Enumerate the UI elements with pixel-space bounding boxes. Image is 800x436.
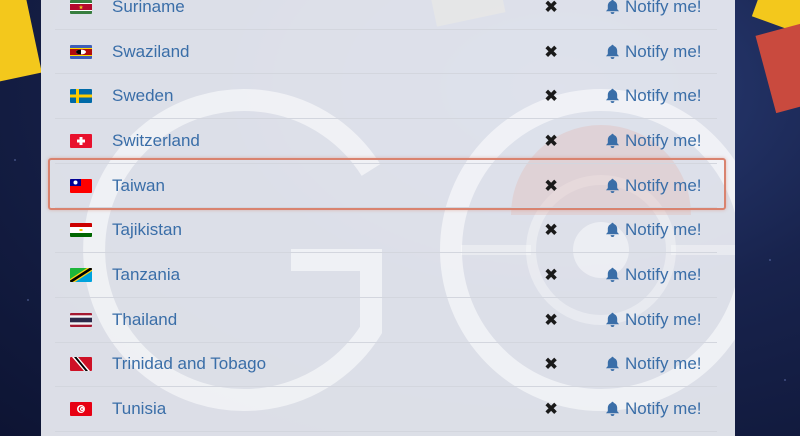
trinidad-and-tobago-flag-icon [70,357,92,372]
country-row: Trinidad and Tobago ✖ Notify me! [55,343,717,388]
notify-me-button[interactable]: Notify me! [605,399,702,419]
notify-me-label: Notify me! [625,86,702,106]
unavailable-icon: ✖ [544,220,559,240]
sweden-flag-icon [70,89,92,104]
country-name-link[interactable]: Tanzania [112,265,180,285]
notify-me-button[interactable]: Notify me! [605,131,702,151]
bell-icon [605,44,620,60]
country-row: Swaziland ✖ Notify me! [55,30,717,75]
country-row: Sweden ✖ Notify me! [55,74,717,120]
notify-me-button[interactable]: Notify me! [605,220,702,240]
notify-me-label: Notify me! [625,220,702,240]
swaziland-flag-icon [70,44,92,59]
notify-me-button[interactable]: Notify me! [605,86,702,106]
tajikistan-flag-icon [70,223,92,238]
country-name-link[interactable]: Trinidad and Tobago [112,354,266,374]
notify-me-button[interactable]: Notify me! [605,42,702,62]
notify-me-label: Notify me! [625,354,702,374]
country-name-link[interactable]: Thailand [112,310,177,330]
country-list: Suriname ✖ Notify me! Swaziland ✖ Notify me! S… [55,0,717,432]
bell-icon [605,312,620,328]
country-name-link[interactable]: Switzerland [112,131,200,151]
country-name-link[interactable]: Tajikistan [112,220,182,240]
unavailable-icon: ✖ [544,265,559,285]
country-row: Tanzania ✖ Notify me! [55,253,717,298]
bell-icon [605,356,620,372]
notify-me-button[interactable]: Notify me! [605,265,702,285]
country-name-link[interactable]: Sweden [112,86,173,106]
country-name-link[interactable]: Suriname [112,0,185,17]
bell-icon [605,133,620,149]
unavailable-icon: ✖ [544,310,559,330]
notify-me-button[interactable]: Notify me! [605,354,702,374]
notify-me-label: Notify me! [625,0,702,16]
highlighted-row-outline [48,158,726,210]
unavailable-icon: ✖ [544,399,559,419]
notify-me-label: Notify me! [625,130,702,150]
notify-me-label: Notify me! [625,264,702,284]
unavailable-icon: ✖ [544,131,559,151]
bell-icon [605,0,620,15]
switzerland-flag-icon [70,133,92,148]
unavailable-icon: ✖ [544,86,559,106]
unavailable-icon: ✖ [544,0,559,17]
notify-me-button[interactable]: Notify me! [605,310,702,330]
notify-me-button[interactable]: Notify me! [605,0,702,17]
tanzania-flag-icon [70,267,92,282]
unavailable-icon: ✖ [544,42,559,62]
bell-icon [605,88,620,104]
notify-me-label: Notify me! [625,309,702,329]
country-list-panel: Suriname ✖ Notify me! Swaziland ✖ Notify me! S… [41,0,735,436]
bell-icon [605,222,620,238]
country-row: Tajikistan ✖ Notify me! [55,208,717,254]
notify-me-label: Notify me! [625,399,702,419]
bell-icon [605,401,620,417]
country-row: Thailand ✖ Notify me! [55,298,717,343]
tunisia-flag-icon [70,402,92,417]
country-name-link[interactable]: Tunisia [112,399,166,419]
suriname-flag-icon [70,0,92,14]
bell-icon [605,267,620,283]
country-name-link[interactable]: Swaziland [112,42,190,62]
country-row: Tunisia ✖ Notify me! [55,387,717,432]
country-row: Suriname ✖ Notify me! [55,0,717,30]
notify-me-label: Notify me! [625,41,702,61]
thailand-flag-icon [70,312,92,327]
unavailable-icon: ✖ [544,354,559,374]
